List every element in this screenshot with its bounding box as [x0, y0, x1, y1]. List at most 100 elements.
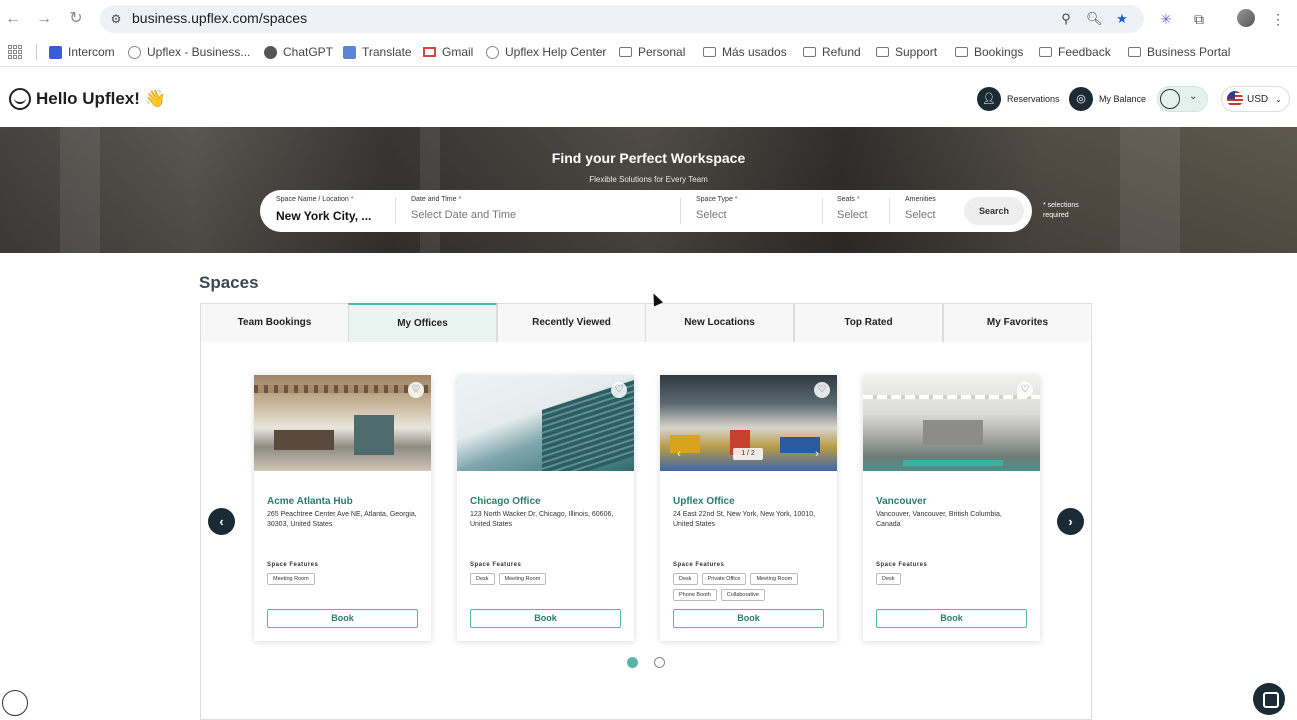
- location-pin-icon[interactable]: ⚲: [1058, 11, 1074, 27]
- search-button[interactable]: Search: [964, 197, 1024, 225]
- zoom-icon[interactable]: 🔍︎: [1086, 11, 1103, 27]
- location-field[interactable]: Space Name / Location * New York City, .…: [276, 196, 371, 223]
- bookmark-folder-personal[interactable]: Personal: [619, 44, 685, 60]
- space-photo[interactable]: [863, 375, 1040, 471]
- bookmark-folder-feedback[interactable]: Feedback: [1039, 44, 1111, 60]
- space-photo[interactable]: [254, 375, 431, 471]
- back-icon[interactable]: ←: [3, 9, 23, 29]
- space-card[interactable]: ♡ Acme Atlanta Hub 265 Peachtree Center …: [254, 375, 431, 641]
- folder-icon: [876, 47, 889, 57]
- desk-area: [274, 430, 334, 450]
- folder-icon: [1039, 47, 1052, 57]
- office-wall: [923, 420, 983, 445]
- address-bar[interactable]: ⚙ business.upflex.com/spaces ⚲ 🔍︎ ★: [100, 5, 1144, 33]
- next-image-icon[interactable]: ›: [810, 447, 824, 461]
- feature-chip: Collaborative: [720, 589, 765, 601]
- forward-icon[interactable]: →: [34, 9, 54, 29]
- bookmark-gmail[interactable]: Gmail: [423, 44, 473, 60]
- required-note: * selections required: [1043, 202, 1079, 219]
- greeting: Hello Upflex! 👋: [36, 89, 166, 108]
- carousel-dot-2[interactable]: [654, 657, 665, 668]
- bookmark-star-icon[interactable]: ★: [1114, 11, 1130, 27]
- extension-icon[interactable]: ✳: [1156, 9, 1176, 29]
- favorite-heart-icon[interactable]: ♡: [814, 382, 830, 398]
- ceiling-beams: [254, 385, 431, 393]
- feature-chips: Desk Private Office Meeting Room Phone B…: [673, 573, 828, 601]
- apps-grid-icon[interactable]: [8, 45, 22, 59]
- profile-avatar[interactable]: [1237, 9, 1255, 27]
- amenities-field[interactable]: Amenities Select: [905, 196, 936, 221]
- feature-chip: Meeting Room: [498, 573, 547, 585]
- chatgpt-icon: [264, 45, 277, 59]
- user-icon: 👤︎: [977, 87, 1001, 111]
- space-name[interactable]: Chicago Office: [470, 496, 541, 507]
- currency-selector[interactable]: USD ⌄: [1221, 86, 1290, 112]
- bookmark-chatgpt[interactable]: ChatGPT: [264, 44, 333, 60]
- space-name[interactable]: Upflex Office: [673, 496, 735, 507]
- seats-field[interactable]: Seats * Select: [837, 196, 868, 221]
- upflex-logo-icon[interactable]: [9, 88, 31, 110]
- bookmark-upflex-business[interactable]: Upflex - Business...: [128, 44, 250, 60]
- intercom-icon: [49, 45, 62, 59]
- tab-new-locations[interactable]: New Locations: [645, 303, 794, 343]
- book-button[interactable]: Book: [470, 609, 621, 628]
- account-menu[interactable]: ⌄: [1157, 86, 1208, 112]
- carousel-next-button[interactable]: ›: [1057, 508, 1084, 535]
- favorite-heart-icon[interactable]: ♡: [611, 382, 627, 398]
- favorite-heart-icon[interactable]: ♡: [1017, 382, 1033, 398]
- field-divider: [680, 198, 681, 224]
- bookmark-folder-mas-usados[interactable]: Más usados: [703, 44, 787, 60]
- feature-chip: Desk: [470, 573, 495, 585]
- space-type-field[interactable]: Space Type * Select: [696, 196, 738, 221]
- carousel-prev-button[interactable]: ‹: [208, 508, 235, 535]
- tab-top-rated[interactable]: Top Rated: [794, 303, 943, 343]
- upflex-logo-icon: [1160, 89, 1180, 109]
- date-time-field[interactable]: Date and Time * Select Date and Time: [411, 196, 516, 221]
- reload-icon[interactable]: ↻: [66, 9, 86, 29]
- tab-my-favorites[interactable]: My Favorites: [943, 303, 1092, 343]
- bookmark-upflex-help[interactable]: Upflex Help Center: [486, 44, 606, 60]
- reservations-link[interactable]: 👤︎ Reservations: [977, 87, 1060, 111]
- bookmark-folder-support[interactable]: Support: [876, 44, 937, 60]
- app-header: Hello Upflex! 👋 👤︎ Reservations ◎ My Bal…: [0, 68, 1297, 127]
- wall-screen: [354, 415, 394, 455]
- feature-chip: Desk: [673, 573, 698, 585]
- tab-recently-viewed[interactable]: Recently Viewed: [497, 303, 646, 343]
- bookmark-folder-business-portal[interactable]: Business Portal: [1128, 44, 1230, 60]
- my-balance-link[interactable]: ◎ My Balance: [1069, 87, 1146, 111]
- tab-my-offices[interactable]: My Offices: [348, 303, 497, 343]
- translate-icon: [343, 45, 356, 59]
- book-button[interactable]: Book: [673, 609, 824, 628]
- carousel-dot-1[interactable]: [627, 657, 638, 668]
- tab-team-bookings[interactable]: Team Bookings: [200, 303, 349, 343]
- ceiling-lights: [863, 395, 1040, 399]
- menu-dots-icon[interactable]: ⋮: [1268, 9, 1288, 29]
- space-name[interactable]: Acme Atlanta Hub: [267, 496, 353, 507]
- space-card[interactable]: ‹ 1 / 2 › ♡ Upflex Office 24 East 22nd S…: [660, 375, 837, 641]
- gmail-icon: [423, 47, 436, 57]
- folder-icon: [619, 47, 632, 57]
- field-divider: [822, 198, 823, 224]
- chat-launcher-icon[interactable]: [1253, 683, 1285, 715]
- search-bar: Space Name / Location * New York City, .…: [260, 190, 1032, 232]
- book-button[interactable]: Book: [876, 609, 1027, 628]
- space-photo[interactable]: [457, 375, 634, 471]
- favorite-heart-icon[interactable]: ♡: [408, 382, 424, 398]
- bookmark-intercom[interactable]: Intercom: [49, 44, 115, 60]
- bookmark-translate[interactable]: Translate: [343, 44, 412, 60]
- space-name[interactable]: Vancouver: [876, 496, 927, 507]
- bookmark-folder-refund[interactable]: Refund: [803, 44, 861, 60]
- space-address: 123 North Wacker Dr, Chicago, Illinois, …: [470, 511, 614, 528]
- extensions-puzzle-icon[interactable]: ⧉: [1189, 9, 1209, 29]
- book-button[interactable]: Book: [267, 609, 418, 628]
- prev-image-icon[interactable]: ‹: [672, 447, 686, 461]
- url-text[interactable]: business.upflex.com/spaces: [132, 10, 307, 26]
- space-card[interactable]: ♡ Vancouver Vancouver, Vancouver, Britis…: [863, 375, 1040, 641]
- space-card[interactable]: ♡ Chicago Office 123 North Wacker Dr, Ch…: [457, 375, 634, 641]
- bookmark-folder-bookings[interactable]: Bookings: [955, 44, 1023, 60]
- hero-photo-detail: [60, 127, 100, 253]
- site-settings-icon[interactable]: ⚙: [108, 11, 124, 27]
- hero-photo-detail: [1120, 127, 1180, 253]
- cookie-settings-icon[interactable]: [2, 690, 28, 716]
- upflex-icon: [128, 45, 141, 59]
